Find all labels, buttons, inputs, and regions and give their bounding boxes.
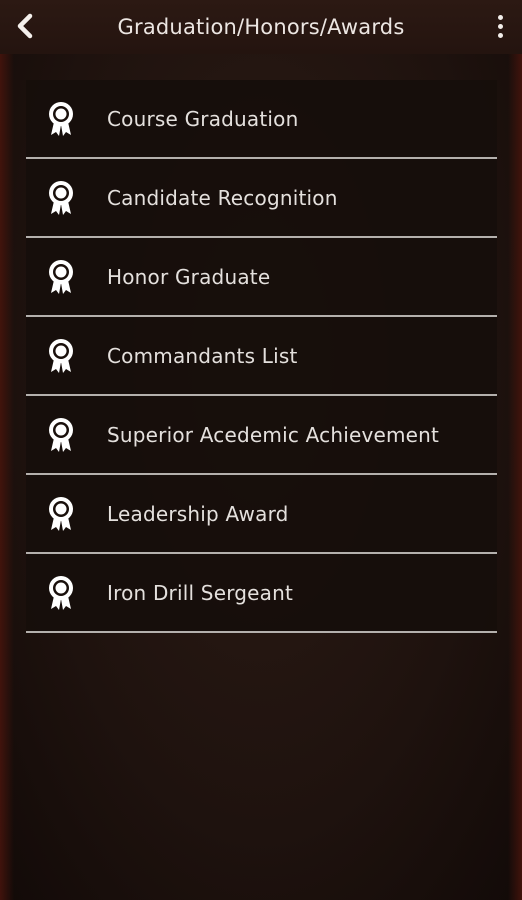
back-button[interactable] [10,9,40,43]
award-ribbon-icon [49,576,73,610]
list-item-leadership-award[interactable]: Leadership Award [26,475,497,554]
award-ribbon-icon [49,181,73,215]
list-item-commandants-list[interactable]: Commandants List [26,317,497,396]
screen: Graduation/Honors/Awards Course Graduati… [0,0,522,900]
list-item-label: Honor Graduate [107,264,271,289]
list-item-label: Commandants List [107,343,298,368]
list-item-label: Course Graduation [107,106,299,131]
awards-list: Course Graduation Candidate Recognition … [26,80,497,633]
list-item-label: Leadership Award [107,501,289,526]
list-item-label: Superior Acedemic Achievement [107,422,440,447]
award-ribbon-icon [49,497,73,531]
award-ribbon-icon [49,418,73,452]
app-bar: Graduation/Honors/Awards [0,0,522,54]
list-item-honor-graduate[interactable]: Honor Graduate [26,238,497,317]
page-title: Graduation/Honors/Awards [117,15,405,39]
award-ribbon-icon [49,260,73,294]
chevron-left-icon [17,13,33,39]
more-options-button[interactable] [490,11,510,41]
list-item-superior-academic-achievement[interactable]: Superior Acedemic Achievement [26,396,497,475]
list-item-label: Iron Drill Sergeant [107,580,294,605]
award-ribbon-icon [49,339,73,373]
list-item-candidate-recognition[interactable]: Candidate Recognition [26,159,497,238]
list-item-course-graduation[interactable]: Course Graduation [26,80,497,159]
list-item-iron-drill-sergeant[interactable]: Iron Drill Sergeant [26,554,497,633]
list-item-label: Candidate Recognition [107,185,338,210]
award-ribbon-icon [49,102,73,136]
more-vertical-icon [497,14,503,20]
